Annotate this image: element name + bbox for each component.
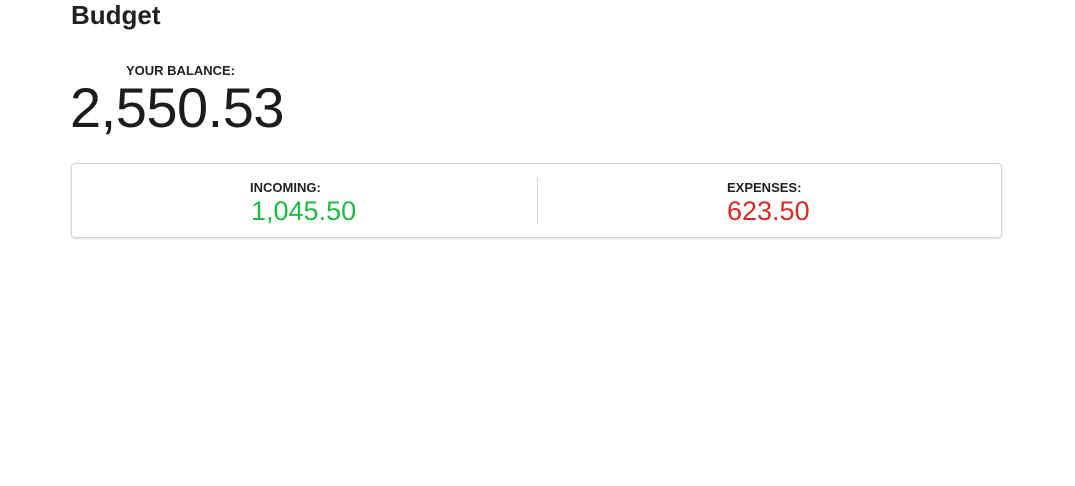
expenses-value: 623.50 bbox=[727, 196, 810, 226]
expenses-label: EXPENSES: bbox=[727, 180, 802, 195]
summary-card: INCOMING: 1,045.50 EXPENSES: 623.50 bbox=[71, 163, 1002, 238]
budget-page: Budget YOUR BALANCE: 2,550.53 INCOMING: … bbox=[0, 0, 1075, 486]
column-divider bbox=[537, 178, 538, 224]
page-title: Budget bbox=[71, 0, 161, 30]
balance-value: 2,550.53 bbox=[70, 76, 284, 139]
incoming-label: INCOMING: bbox=[250, 180, 321, 195]
incoming-value: 1,045.50 bbox=[251, 196, 357, 226]
